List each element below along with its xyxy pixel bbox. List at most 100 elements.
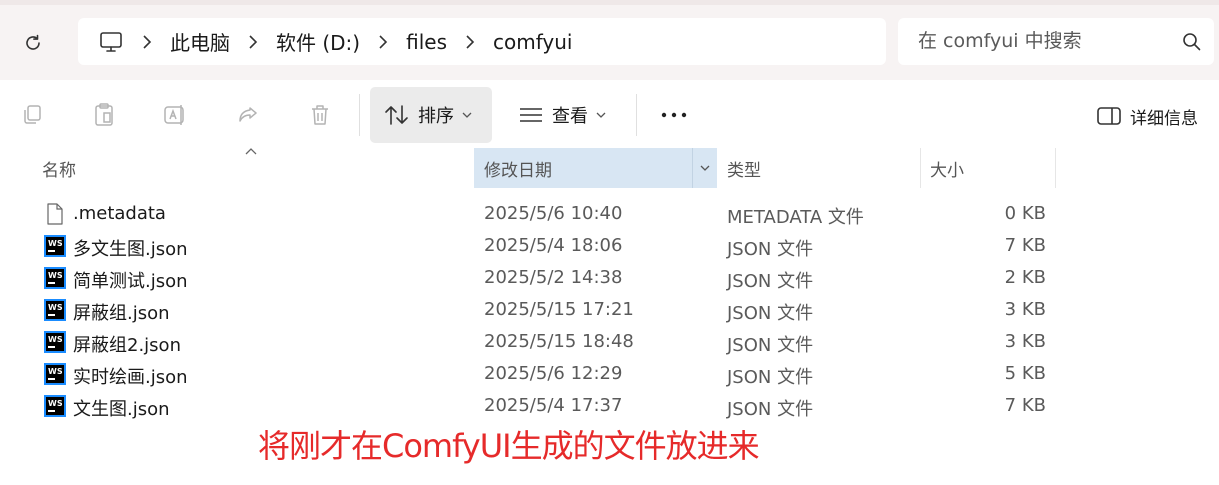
file-type: METADATA 文件	[727, 207, 864, 228]
this-pc-button[interactable]	[94, 25, 128, 59]
column-header-row: 名称 修改日期 类型 大小	[0, 148, 1219, 190]
svg-text:WS: WS	[48, 239, 63, 248]
file-row[interactable]: WS 屏蔽组.json 2025/5/15 17:21 JSON 文件 3 KB	[38, 294, 1058, 326]
chevron-right-icon	[143, 34, 152, 49]
file-size: 7 KB	[1004, 235, 1046, 256]
details-pane-icon	[1097, 107, 1121, 125]
column-divider[interactable]	[1055, 148, 1056, 188]
column-header-type[interactable]: 类型	[718, 148, 920, 188]
sort-icon	[385, 105, 408, 125]
copy-icon	[24, 105, 41, 124]
webstorm-file-icon: WS	[44, 235, 66, 257]
computer-icon	[100, 31, 122, 52]
column-date-label: 修改日期	[484, 160, 552, 181]
file-name: 简单测试.json	[73, 271, 188, 292]
view-label: 查看	[552, 106, 588, 127]
column-header-name[interactable]: 名称	[34, 148, 472, 188]
file-row[interactable]: WS 文生图.json 2025/5/4 17:37 JSON 文件 7 KB	[38, 390, 1058, 422]
column-header-size[interactable]: 大小	[921, 148, 1055, 188]
file-row[interactable]: WS 简单测试.json 2025/5/2 14:38 JSON 文件 2 KB	[38, 262, 1058, 294]
toolbar-divider	[636, 94, 637, 136]
more-icon	[661, 112, 687, 118]
webstorm-file-icon: WS	[44, 331, 66, 353]
share-button[interactable]	[230, 97, 266, 133]
generic-file-icon	[47, 203, 63, 225]
more-options-button[interactable]	[652, 96, 696, 134]
file-type: JSON 文件	[727, 367, 814, 388]
file-row[interactable]: WS 实时绘画.json 2025/5/6 12:29 JSON 文件 5 KB	[38, 358, 1058, 390]
file-type: JSON 文件	[727, 399, 814, 420]
webstorm-file-icon: WS	[44, 299, 66, 321]
svg-text:WS: WS	[48, 367, 63, 376]
breadcrumb-drive-d[interactable]: 软件 (D:)	[272, 23, 364, 60]
file-type: JSON 文件	[727, 303, 814, 324]
svg-text:WS: WS	[48, 303, 63, 312]
chevron-right-icon	[379, 34, 388, 49]
file-type: JSON 文件	[727, 239, 814, 260]
file-name: 多文生图.json	[73, 239, 188, 260]
paste-button[interactable]	[86, 97, 122, 133]
file-date: 2025/5/2 14:38	[484, 267, 623, 288]
address-bar[interactable]: 此电脑 软件 (D:) files comfyui	[78, 18, 886, 65]
file-type: JSON 文件	[727, 335, 814, 356]
chevron-right-icon	[466, 34, 475, 49]
search-input[interactable]	[918, 28, 1158, 54]
column-type-label: 类型	[727, 160, 761, 181]
file-row[interactable]: WS 多文生图.json 2025/5/4 18:06 JSON 文件 7 KB	[38, 230, 1058, 262]
rename-button[interactable]	[157, 97, 193, 133]
file-date: 2025/5/4 17:37	[484, 395, 623, 416]
details-pane-button[interactable]: 详细信息	[1089, 98, 1217, 134]
view-icon	[520, 108, 542, 122]
view-button[interactable]: 查看	[506, 87, 626, 143]
rename-icon	[164, 105, 184, 125]
breadcrumb-this-pc[interactable]: 此电脑	[166, 23, 234, 60]
chevron-down-icon	[596, 112, 606, 118]
sort-button[interactable]: 排序	[370, 87, 492, 143]
file-size: 5 KB	[1004, 363, 1046, 384]
file-size: 0 KB	[1004, 203, 1046, 224]
column-name-label: 名称	[42, 160, 76, 181]
breadcrumb-separator[interactable]	[370, 27, 396, 57]
toolbar-divider	[359, 94, 360, 136]
column-header-date[interactable]: 修改日期	[474, 148, 717, 188]
file-row[interactable]: WS 屏蔽组2.json 2025/5/15 18:48 JSON 文件 3 K…	[38, 326, 1058, 358]
sort-label: 排序	[418, 106, 454, 127]
details-label: 详细信息	[1130, 108, 1198, 129]
column-filter-dropdown[interactable]	[692, 148, 717, 188]
file-name: .metadata	[73, 203, 166, 224]
breadcrumb-comfyui[interactable]: comfyui	[489, 26, 576, 58]
file-name: 实时绘画.json	[73, 367, 188, 388]
file-size: 7 KB	[1004, 395, 1046, 416]
navigation-bar: 此电脑 软件 (D:) files comfyui	[0, 0, 1219, 80]
webstorm-file-icon: WS	[44, 267, 66, 289]
breadcrumb-separator[interactable]	[134, 27, 160, 57]
chevron-down-icon	[462, 112, 472, 118]
breadcrumb-separator[interactable]	[457, 27, 483, 57]
svg-text:WS: WS	[48, 399, 63, 408]
file-date: 2025/5/6 12:29	[484, 363, 623, 384]
file-name: 屏蔽组.json	[73, 303, 170, 324]
breadcrumb-files[interactable]: files	[402, 26, 451, 58]
search-icon[interactable]	[1181, 31, 1203, 53]
file-date: 2025/5/15 17:21	[484, 299, 634, 320]
refresh-icon	[26, 34, 40, 50]
webstorm-file-icon: WS	[44, 363, 66, 385]
refresh-button[interactable]	[17, 27, 49, 59]
chevron-down-icon	[700, 165, 710, 171]
search-box[interactable]	[898, 18, 1214, 65]
file-row[interactable]: .metadata 2025/5/6 10:40 METADATA 文件 0 K…	[38, 198, 1058, 230]
file-size: 3 KB	[1004, 331, 1046, 352]
file-date: 2025/5/15 18:48	[484, 331, 634, 352]
breadcrumb-separator[interactable]	[240, 27, 266, 57]
chevron-right-icon	[249, 34, 258, 49]
svg-text:WS: WS	[48, 335, 63, 344]
copy-button[interactable]	[14, 97, 50, 133]
file-name: 屏蔽组2.json	[73, 335, 181, 356]
file-type: JSON 文件	[727, 271, 814, 292]
delete-icon	[312, 105, 328, 125]
delete-button[interactable]	[302, 97, 338, 133]
file-date: 2025/5/4 18:06	[484, 235, 623, 256]
webstorm-file-icon: WS	[44, 395, 66, 417]
svg-text:WS: WS	[48, 271, 63, 280]
share-icon	[239, 107, 257, 122]
